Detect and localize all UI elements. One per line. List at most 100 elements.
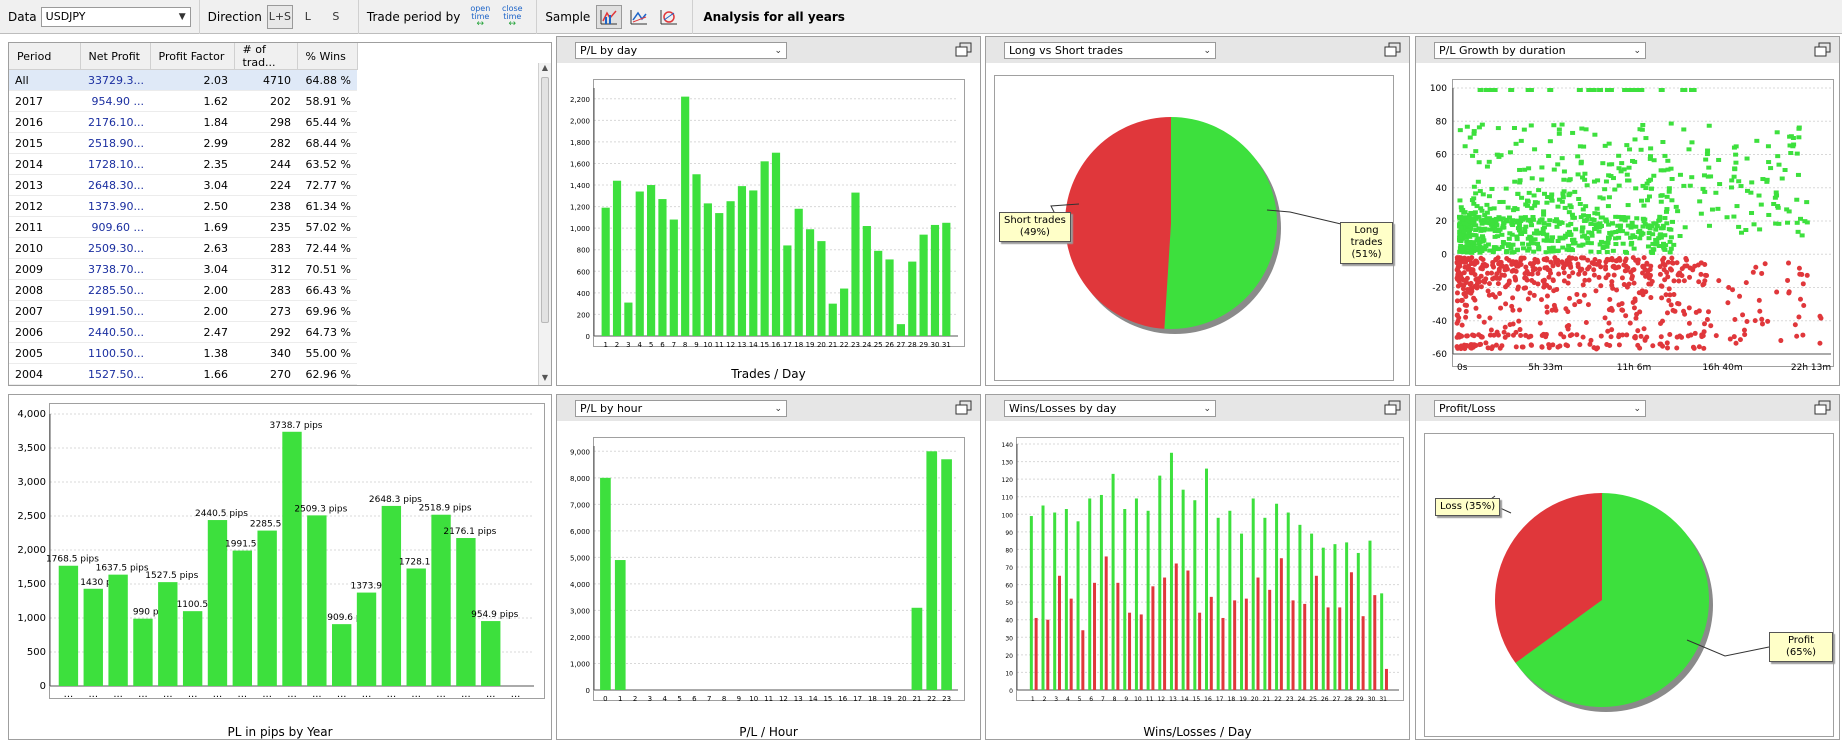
chart-type-select[interactable]: Profit/Loss ⌄: [1434, 400, 1646, 417]
direction-l-button[interactable]: L: [295, 5, 321, 29]
scatter-point: [1744, 318, 1750, 324]
chart-type-select[interactable]: Wins/Losses by day ⌄: [1004, 400, 1216, 417]
direction-ls-button[interactable]: L+S: [266, 4, 293, 29]
y-tick-label: -40: [1432, 317, 1447, 327]
scatter-point: [1602, 187, 1608, 192]
table-row[interactable]: 2017 954.90 ... 1.62 202 58.91 %: [9, 90, 357, 112]
cell-wins: 66.43 %: [297, 279, 357, 301]
scatter-point: [1668, 246, 1674, 251]
close-time-button[interactable]: close time ↔: [497, 5, 527, 29]
y-tick-label: 4,000: [17, 409, 46, 420]
table-row[interactable]: 2006 2440.50... 2.47 292 64.73 %: [9, 321, 357, 343]
scatter-point: [1537, 266, 1543, 272]
scatter-point: [1605, 240, 1611, 245]
maximize-icon[interactable]: [1814, 400, 1831, 415]
cell-trades: 292: [234, 321, 297, 343]
table-row[interactable]: 2005 1100.50... 1.38 340 55.00 %: [9, 342, 357, 364]
table-scrollbar[interactable]: ▲ ▼: [538, 63, 551, 385]
maximize-icon[interactable]: [1814, 42, 1831, 57]
table-row[interactable]: 2009 3738.70... 3.04 312 70.51 %: [9, 258, 357, 280]
table-row[interactable]: 2015 2518.90... 2.99 282 68.44 %: [9, 132, 357, 154]
scatter-point: [1651, 221, 1657, 226]
bar: [1228, 510, 1232, 690]
scatter-point: [1517, 307, 1523, 313]
cell-trades: 235: [234, 216, 297, 238]
sample-oos-button[interactable]: [656, 5, 682, 29]
x-tick-label: 4: [1066, 696, 1070, 703]
table-row[interactable]: 2008 2285.50... 2.00 283 66.43 %: [9, 279, 357, 301]
sample-out-button[interactable]: [626, 5, 652, 29]
sample-in-button[interactable]: [596, 4, 623, 29]
scatter-point: [1764, 179, 1770, 184]
bar: [908, 261, 917, 336]
scroll-thumb[interactable]: [541, 77, 549, 323]
scatter-point: [1800, 281, 1806, 287]
bar: [307, 515, 327, 686]
y-tick-label: 5,000: [570, 554, 590, 562]
scatter-point: [1462, 215, 1468, 220]
bar: [1193, 500, 1197, 690]
table-row[interactable]: 2004 1527.50... 1.66 270 62.96 %: [9, 363, 357, 385]
column-header-wins[interactable]: % Wins: [297, 43, 358, 70]
scatter-point: [1479, 208, 1485, 213]
maximize-icon[interactable]: [955, 42, 972, 57]
column-header-period[interactable]: Period: [9, 43, 81, 70]
bar: [601, 207, 610, 336]
x-tick-label: 25: [1309, 696, 1317, 703]
sample-chart-icon: [660, 9, 678, 24]
open-time-button[interactable]: open time ↔: [465, 5, 495, 29]
scatter-point: [1664, 340, 1670, 346]
x-tick-label: 12: [1157, 696, 1165, 703]
scatter-point: [1471, 129, 1477, 134]
column-header-trades[interactable]: # of trad...: [234, 43, 298, 70]
table-row[interactable]: 2012 1373.90... 2.50 238 61.34 %: [9, 195, 357, 217]
scatter-point: [1532, 256, 1538, 262]
scatter-point: [1786, 209, 1792, 214]
x-tick-label: 5: [1078, 696, 1082, 703]
table-row[interactable]: 2010 2509.30... 2.63 283 72.44 %: [9, 237, 357, 259]
scatter-point: [1666, 298, 1672, 304]
chart-type-select[interactable]: P/L Growth by duration ⌄: [1434, 42, 1646, 59]
maximize-icon[interactable]: [1384, 400, 1401, 415]
x-tick-label: ...: [88, 689, 98, 700]
table-row[interactable]: 2007 1991.50... 2.00 273 69.96 %: [9, 300, 357, 322]
column-header-net-profit[interactable]: Net Profit: [80, 43, 151, 70]
maximize-icon[interactable]: [1384, 42, 1401, 57]
column-header-profit-factor[interactable]: Profit Factor: [150, 43, 235, 70]
direction-s-button[interactable]: S: [323, 5, 349, 29]
data-label: 2518.9 pips: [419, 504, 472, 514]
table-row[interactable]: 2016 2176.10... 1.84 298 65.44 %: [9, 111, 357, 133]
scroll-up-icon[interactable]: ▲: [539, 63, 551, 75]
table-row[interactable]: 2011 909.60 ... 1.69 235 57.02 %: [9, 216, 357, 238]
data-label: 2509.3 pips: [294, 504, 347, 514]
scatter-point: [1659, 193, 1665, 198]
chart-type-select[interactable]: Long vs Short trades ⌄: [1004, 42, 1216, 59]
chart-type-select[interactable]: P/L by hour ⌄: [575, 400, 787, 417]
cell-period: 2017: [9, 90, 80, 112]
scatter-point: [1626, 165, 1632, 170]
maximize-icon[interactable]: [955, 400, 972, 415]
scroll-down-icon[interactable]: ▼: [539, 373, 551, 385]
x-tick-label: 20: [1251, 696, 1259, 703]
cell-net-profit: 2440.50...: [80, 321, 150, 343]
table-row[interactable]: 2013 2648.30... 3.04 224 72.77 %: [9, 174, 357, 196]
scatter-point: [1661, 245, 1667, 250]
bar: [108, 574, 128, 686]
table-row[interactable]: All 33729.3... 2.03 4710 64.88 %: [9, 69, 357, 91]
scatter-point: [1605, 204, 1611, 209]
scatter-point: [1469, 288, 1475, 294]
bar: [1361, 616, 1365, 690]
scatter-point: [1651, 173, 1657, 178]
pie-slice-short-trades: [1064, 117, 1171, 329]
scatter-point: [1644, 198, 1650, 203]
x-tick-label: 17: [783, 341, 792, 349]
table-row[interactable]: 2014 1728.10... 2.35 244 63.52 %: [9, 153, 357, 175]
scatter-point: [1818, 315, 1824, 321]
scatter-point: [1531, 292, 1537, 298]
scatter-point: [1461, 259, 1467, 265]
bar: [1181, 489, 1185, 690]
chart-type-select[interactable]: P/L by day ⌄: [575, 42, 787, 59]
scatter-point: [1526, 190, 1532, 195]
data-select[interactable]: USDJPY ▼: [40, 6, 191, 27]
y-tick-label: 140: [1002, 442, 1014, 449]
